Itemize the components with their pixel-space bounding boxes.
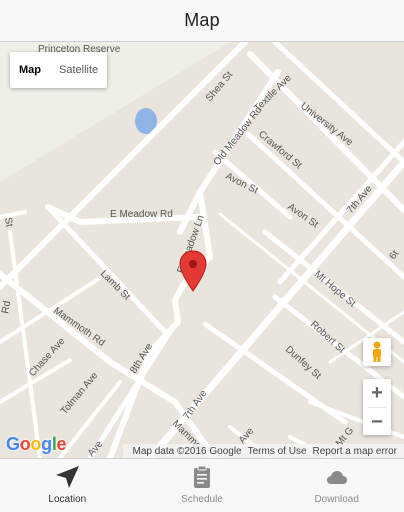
- map-label: Mt Hope St: [312, 269, 358, 310]
- terms-of-use-link[interactable]: Terms of Use: [248, 446, 307, 457]
- google-logo-text: Google: [6, 434, 67, 454]
- pegman-icon: [373, 341, 381, 362]
- tab-label: Download: [314, 494, 359, 505]
- map-label: 7th Ave: [181, 388, 209, 422]
- tab-schedule[interactable]: Schedule: [135, 459, 270, 512]
- zoom-control: + −: [363, 379, 391, 435]
- map-label: E Meadow Rd: [110, 209, 173, 220]
- navigation-arrow-icon: [56, 466, 80, 488]
- map-type-satellite-button[interactable]: Satellite: [50, 52, 107, 88]
- zoom-out-button[interactable]: −: [363, 408, 391, 436]
- map-view[interactable]: Princeton Reserve Textile Ave Shea St Ol…: [0, 42, 404, 458]
- map-type-map-button[interactable]: Map: [10, 52, 50, 88]
- map-data-text: Map data ©2016 Google: [132, 445, 242, 457]
- street-view-pegman-button[interactable]: [363, 338, 391, 366]
- google-logo: Google: [6, 434, 67, 455]
- map-attribution: Map data ©2016 Google Terms of Use Repor…: [123, 444, 404, 458]
- map-label: Lamb St: [98, 268, 132, 302]
- tab-download[interactable]: Download: [269, 459, 404, 512]
- clipboard-icon: [194, 465, 210, 488]
- nav-bar: Map: [0, 0, 404, 42]
- tab-bar: Location Schedule Download: [0, 458, 404, 512]
- cloud-icon: [326, 471, 347, 484]
- map-label: Dunfey St: [283, 344, 323, 382]
- location-pin-icon[interactable]: [178, 250, 208, 292]
- zoom-in-button[interactable]: +: [363, 379, 391, 407]
- tab-label: Location: [48, 494, 87, 505]
- map-label: Rd: [0, 300, 13, 315]
- map-label: 6t: [387, 248, 401, 261]
- map-type-control: Map Satellite: [10, 52, 108, 88]
- page-title: Map: [184, 10, 220, 30]
- map-label: Tolman Ave: [59, 370, 101, 417]
- tab-location[interactable]: Location: [0, 459, 135, 512]
- tab-label: Schedule: [181, 494, 223, 505]
- map-label: St: [2, 217, 15, 228]
- map-label: Robert St: [308, 319, 347, 356]
- report-map-error-link[interactable]: Report a map error: [313, 446, 397, 457]
